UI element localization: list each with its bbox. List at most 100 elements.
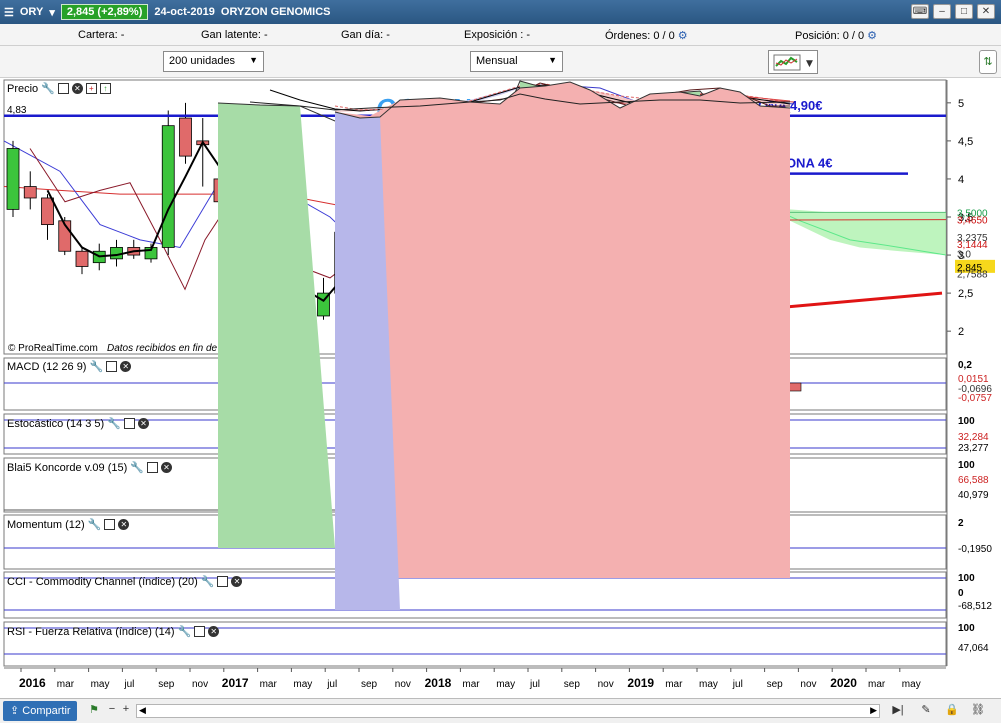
window-icon[interactable] (106, 361, 118, 372)
momentum-panel-label: Momentum (12) 🔧 ✕ (7, 518, 130, 531)
candle-body (179, 117, 192, 157)
units-select[interactable]: 200 unidades ▼ (163, 51, 264, 72)
posicion-stat: Posición: 0 / 0 ⚙ (795, 29, 877, 42)
ordenes-stat: Órdenes: 0 / 0 ⚙ (605, 29, 688, 42)
price-right-label: 3,4650 (957, 216, 988, 227)
window-icon[interactable] (104, 519, 116, 530)
exposicion-stat: Exposición : - (464, 29, 531, 41)
close-icon[interactable]: ✕ (118, 519, 130, 530)
close-icon[interactable]: ✕ (231, 576, 243, 587)
indicator-icon[interactable]: ⚑ (86, 703, 102, 719)
gan-latente-stat: Gan latente: - (201, 29, 268, 41)
price-tick-label: 4,5 (958, 136, 973, 148)
period-select[interactable]: Mensual ▼ (470, 51, 563, 72)
koncorde-value-label: 66,588 (958, 475, 989, 486)
instrument-name: ORYZON GENOMICS (220, 6, 331, 18)
jump-end-icon[interactable]: ▶| (890, 703, 906, 719)
close-icon[interactable]: ✕ (137, 418, 149, 429)
cci-tick-label: 0 (958, 588, 964, 599)
macd-title: MACD (12 26 9) (7, 360, 87, 373)
side-panel-toggle-icon[interactable]: ⇅ (979, 50, 997, 74)
window-icon[interactable] (123, 418, 135, 429)
window-icon[interactable] (146, 462, 158, 473)
symbol: ORY (19, 6, 44, 18)
wrench-icon[interactable]: 🔧 (107, 417, 121, 430)
x-tick-label: sep (767, 679, 784, 690)
x-tick-label: jul (529, 679, 540, 690)
chart-type-icon: ▼ (773, 54, 813, 71)
arrow-up-icon[interactable]: ↑ (99, 83, 111, 94)
account-stats-bar: Cartera: - Gan latente: - Gan día: - Exp… (0, 24, 1001, 46)
x-tick-label: 2016 (19, 676, 46, 690)
zoom-in-icon[interactable]: + (118, 703, 134, 719)
close-icon[interactable]: ✕ (160, 462, 172, 473)
rsi-title: RSI - Fuerza Relativa (índice) (14) (7, 625, 175, 638)
price-change-badge: 2,845 (+2,89%) (60, 4, 149, 20)
window-icon[interactable] (194, 626, 206, 637)
cci-fill-red (335, 82, 790, 578)
quote-date: 24-oct-2019 (154, 6, 215, 18)
share-button[interactable]: ⇪ Compartir (3, 701, 77, 721)
lock-icon[interactable]: 🔒 (944, 703, 960, 719)
chart-area: 54,543,532,524,83ZONA 4,90€ZONA 4€OCEAN3… (0, 78, 1001, 698)
chevron-down-icon[interactable]: ▾ (49, 6, 55, 19)
window-icon[interactable] (217, 576, 229, 587)
candle-body (41, 197, 54, 226)
maximize-button[interactable]: □ (955, 4, 973, 19)
cartera-stat: Cartera: - (78, 29, 125, 41)
gear-icon[interactable]: ⚙ (867, 30, 877, 42)
bottom-toolbar: ⇪ Compartir ⚑ − + ◀ ▶ ▶| ✎ 🔒 ⛓ (0, 698, 1001, 723)
close-icon[interactable]: ✕ (71, 83, 83, 94)
cci-title: CCI - Commodity Channel (índice) (20) (7, 575, 198, 588)
scroll-right-icon[interactable]: ▶ (870, 705, 877, 716)
x-tick-label: sep (564, 679, 581, 690)
wrench-icon[interactable]: 🔧 (178, 625, 192, 638)
price-tick-label: 2,5 (958, 288, 973, 300)
data-note-text: Datos recibidos en fin de día (107, 343, 234, 354)
macd-value-label: -0,0757 (958, 393, 992, 404)
x-tick-label: may (91, 679, 110, 690)
x-tick-label: nov (598, 679, 614, 690)
rsi-tick-label: 100 (958, 623, 975, 634)
x-tick-label: may (293, 679, 312, 690)
ordenes-label: Órdenes: (605, 30, 651, 42)
wrench-icon[interactable]: 🔧 (88, 518, 102, 531)
x-tick-label: nov (800, 679, 816, 690)
close-icon[interactable]: ✕ (208, 626, 220, 637)
price-tick-label: 2 (958, 326, 964, 338)
window-icon[interactable] (57, 83, 69, 94)
close-icon[interactable]: ✕ (120, 361, 132, 372)
stoch-value-label: 32,284 (958, 432, 989, 443)
koncorde-value-label: 40,979 (958, 490, 989, 501)
x-tick-label: mar (260, 679, 278, 690)
history-scrollbar[interactable]: ◀ ▶ (136, 704, 880, 718)
list-icon[interactable]: ☰ (4, 6, 14, 19)
minimize-button[interactable]: – (933, 4, 951, 19)
keyboard-icon[interactable]: ⌨ (911, 4, 929, 19)
chart-type-button[interactable]: ▼ (768, 50, 818, 74)
x-tick-label: nov (395, 679, 411, 690)
remove-indicator-icon[interactable]: + (85, 83, 97, 94)
wrench-icon[interactable]: 🔧 (130, 461, 144, 474)
scroll-left-icon[interactable]: ◀ (139, 705, 146, 716)
chevron-down-icon: ▼ (249, 55, 258, 65)
stoch-panel-label: Estocástico (14 3 5) 🔧 ✕ (7, 417, 149, 430)
close-button[interactable]: ✕ (977, 4, 995, 19)
x-tick-label: sep (361, 679, 378, 690)
wrench-icon[interactable]: 🔧 (41, 82, 55, 95)
link-icon[interactable]: ⛓ (970, 703, 986, 719)
x-tick-label: nov (192, 679, 208, 690)
cci-value-label: -68,512 (958, 601, 992, 612)
units-select-value: 200 unidades (169, 55, 236, 67)
wrench-icon[interactable]: 🔧 (201, 575, 215, 588)
x-tick-label: 2017 (222, 676, 249, 690)
gear-icon[interactable]: ⚙ (678, 30, 688, 42)
candle-body (23, 186, 37, 199)
wrench-icon[interactable]: 🔧 (89, 360, 103, 373)
stoch-title: Estocástico (14 3 5) (7, 417, 105, 430)
x-tick-label: may (902, 679, 921, 690)
drawing-tools-icon[interactable]: ✎ (918, 703, 934, 719)
x-tick-label: jul (326, 679, 337, 690)
price-tick-label: 4 (958, 174, 964, 186)
posicion-label: Posición: (795, 30, 840, 42)
